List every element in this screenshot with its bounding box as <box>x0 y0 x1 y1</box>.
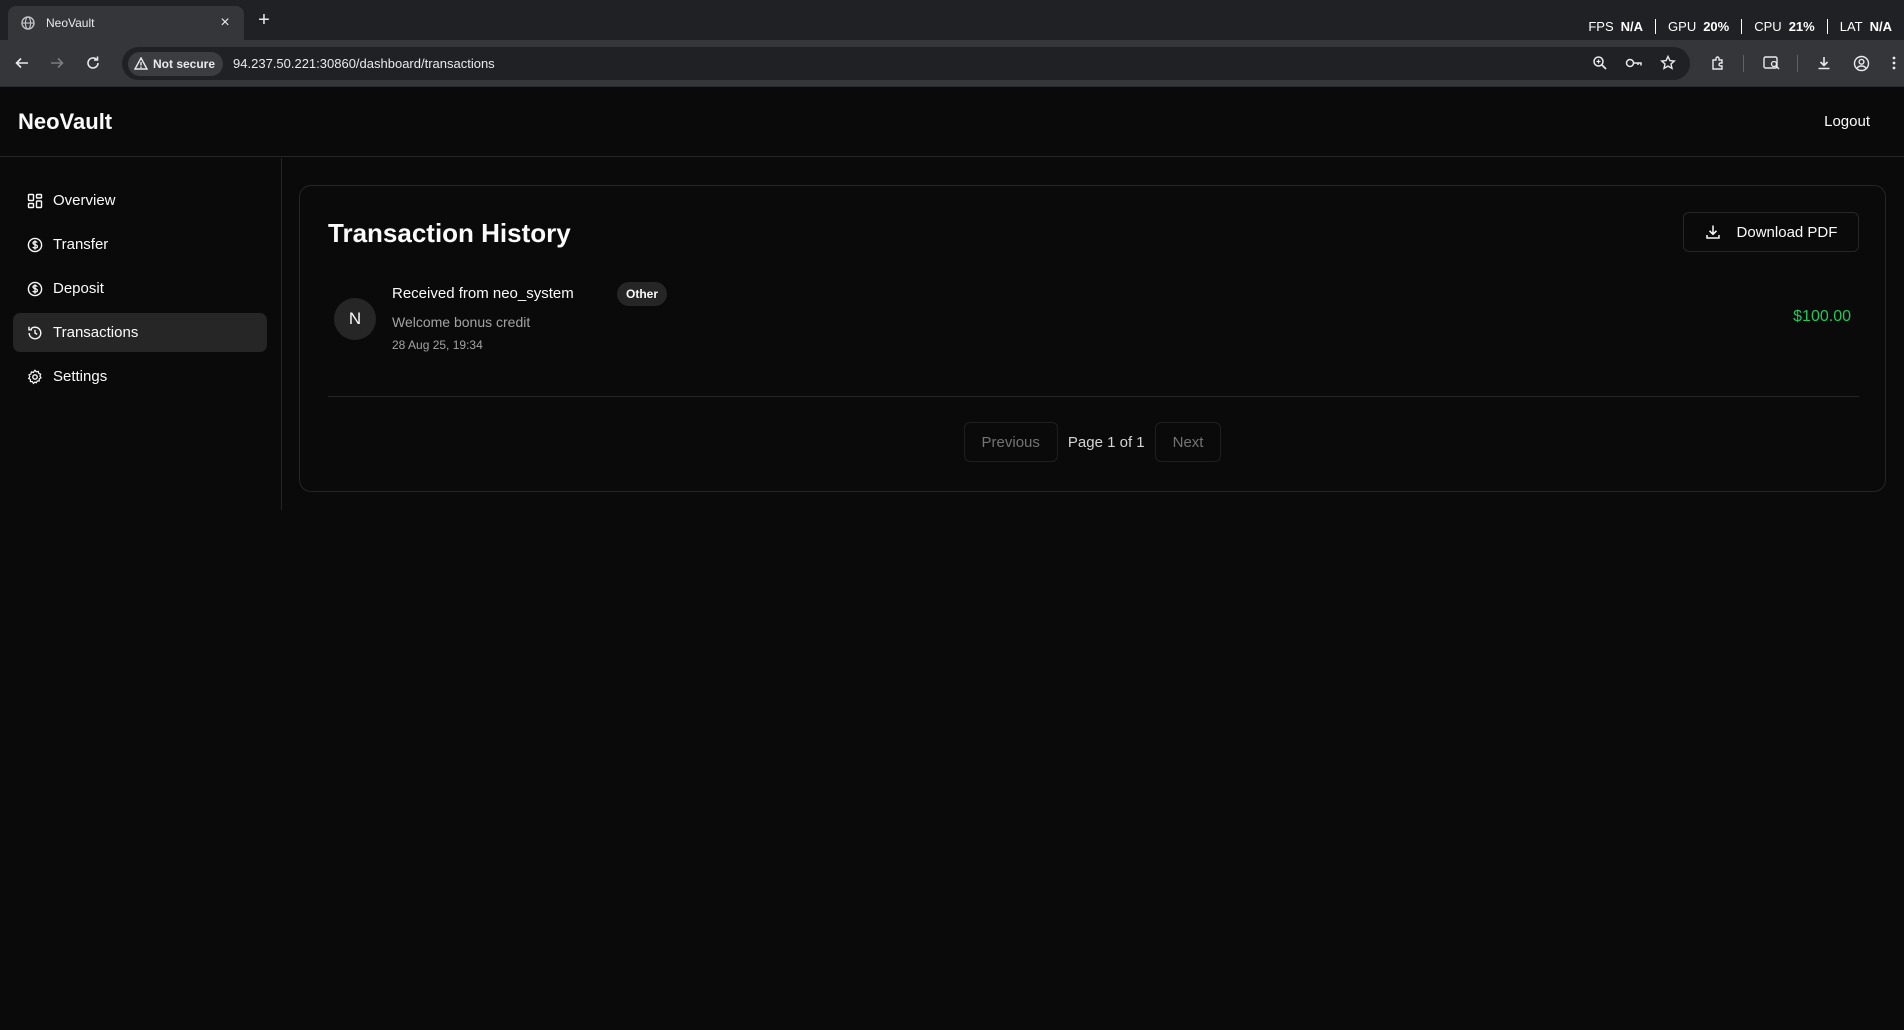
lat-readout: LAT N/A <box>1826 18 1904 34</box>
download-pdf-label: Download PDF <box>1736 223 1838 241</box>
download-icon[interactable] <box>1813 52 1835 74</box>
sidebar-item-label: Settings <box>53 368 108 385</box>
transaction-title: Received from neo_system <box>392 285 574 302</box>
reading-list-icon[interactable] <box>1761 52 1783 74</box>
history-icon <box>27 325 43 341</box>
security-chip[interactable]: Not secure <box>128 51 224 76</box>
app-header: NeoVault Logout <box>0 87 1904 157</box>
sidebar-item-label: Transfer <box>53 236 109 253</box>
download-icon <box>1705 223 1723 241</box>
sidebar-item-label: Overview <box>53 192 116 209</box>
sidebar-item-transfer[interactable]: Transfer <box>13 225 267 264</box>
address-bar[interactable]: Not secure 94.237.50.221:30860/dashboard… <box>122 47 1690 80</box>
category-badge: Other <box>617 282 668 306</box>
sidebar-item-label: Deposit <box>53 280 104 297</box>
extensions-icon[interactable] <box>1707 52 1729 74</box>
page-title: Transaction History <box>328 218 571 248</box>
forward-arrow-icon[interactable] <box>46 52 68 74</box>
browser-tab[interactable]: NeoVault × <box>8 6 244 40</box>
page-indicator: Page 1 of 1 <box>1067 433 1145 451</box>
cpu-readout: CPU 21% <box>1741 18 1826 34</box>
transaction-history-card: Transaction History Download PDF N Recei… <box>299 185 1886 492</box>
avatar: N <box>334 298 376 340</box>
divider <box>328 396 1859 397</box>
warning-icon <box>134 57 148 70</box>
password-key-icon[interactable] <box>1624 53 1644 73</box>
sidebar-item-deposit[interactable]: Deposit <box>13 269 267 308</box>
sidebar-item-label: Transactions <box>53 324 139 341</box>
brand-logo[interactable]: NeoVault <box>18 109 112 135</box>
dollar-circle-icon <box>27 237 43 253</box>
profile-icon[interactable] <box>1850 52 1872 74</box>
gpu-readout: GPU 20% <box>1655 18 1741 34</box>
pagination: Previous Page 1 of 1 Next <box>300 422 1885 462</box>
url-text[interactable]: 94.237.50.221:30860/dashboard/transactio… <box>233 56 495 71</box>
performance-overlay: FPS N/A GPU 20% CPU 21% LAT N/A <box>1576 16 1904 36</box>
browser-tabstrip: NeoVault × + FPS N/A GPU 20% CPU 21% LAT… <box>0 0 1904 40</box>
app-root: NeoVault Logout Overview Transfer Deposi… <box>0 87 1904 1030</box>
list-item[interactable]: N Received from neo_system Other Welcome… <box>328 282 1859 362</box>
browser-toolbar: Not secure 94.237.50.221:30860/dashboard… <box>0 40 1904 87</box>
transaction-description: Welcome bonus credit <box>392 314 531 330</box>
sidebar-item-transactions[interactable]: Transactions <box>13 313 267 352</box>
zoom-icon[interactable] <box>1590 53 1610 73</box>
download-pdf-button[interactable]: Download PDF <box>1683 212 1859 252</box>
grid-icon <box>27 193 43 209</box>
previous-page-button[interactable]: Previous <box>963 422 1058 462</box>
bookmark-star-icon[interactable] <box>1658 53 1678 73</box>
transaction-date: 28 Aug 25, 19:34 <box>392 338 483 352</box>
sidebar: Overview Transfer Deposit Transactions S… <box>0 158 282 510</box>
new-tab-button[interactable]: + <box>252 8 276 32</box>
reload-icon[interactable] <box>82 52 104 74</box>
dollar-circle-icon <box>27 281 43 297</box>
gear-icon <box>27 368 43 385</box>
sidebar-item-overview[interactable]: Overview <box>13 181 267 220</box>
globe-icon <box>20 15 36 31</box>
fps-readout: FPS N/A <box>1588 18 1644 34</box>
logout-button[interactable]: Logout <box>1824 113 1870 130</box>
tab-title: NeoVault <box>46 16 95 30</box>
back-arrow-icon[interactable] <box>11 52 33 74</box>
next-page-button[interactable]: Next <box>1154 422 1222 462</box>
browser-menu-icon[interactable] <box>1888 52 1900 74</box>
transaction-amount: $100.00 <box>1793 308 1851 325</box>
sidebar-item-settings[interactable]: Settings <box>13 357 267 396</box>
close-icon[interactable]: × <box>216 14 234 32</box>
